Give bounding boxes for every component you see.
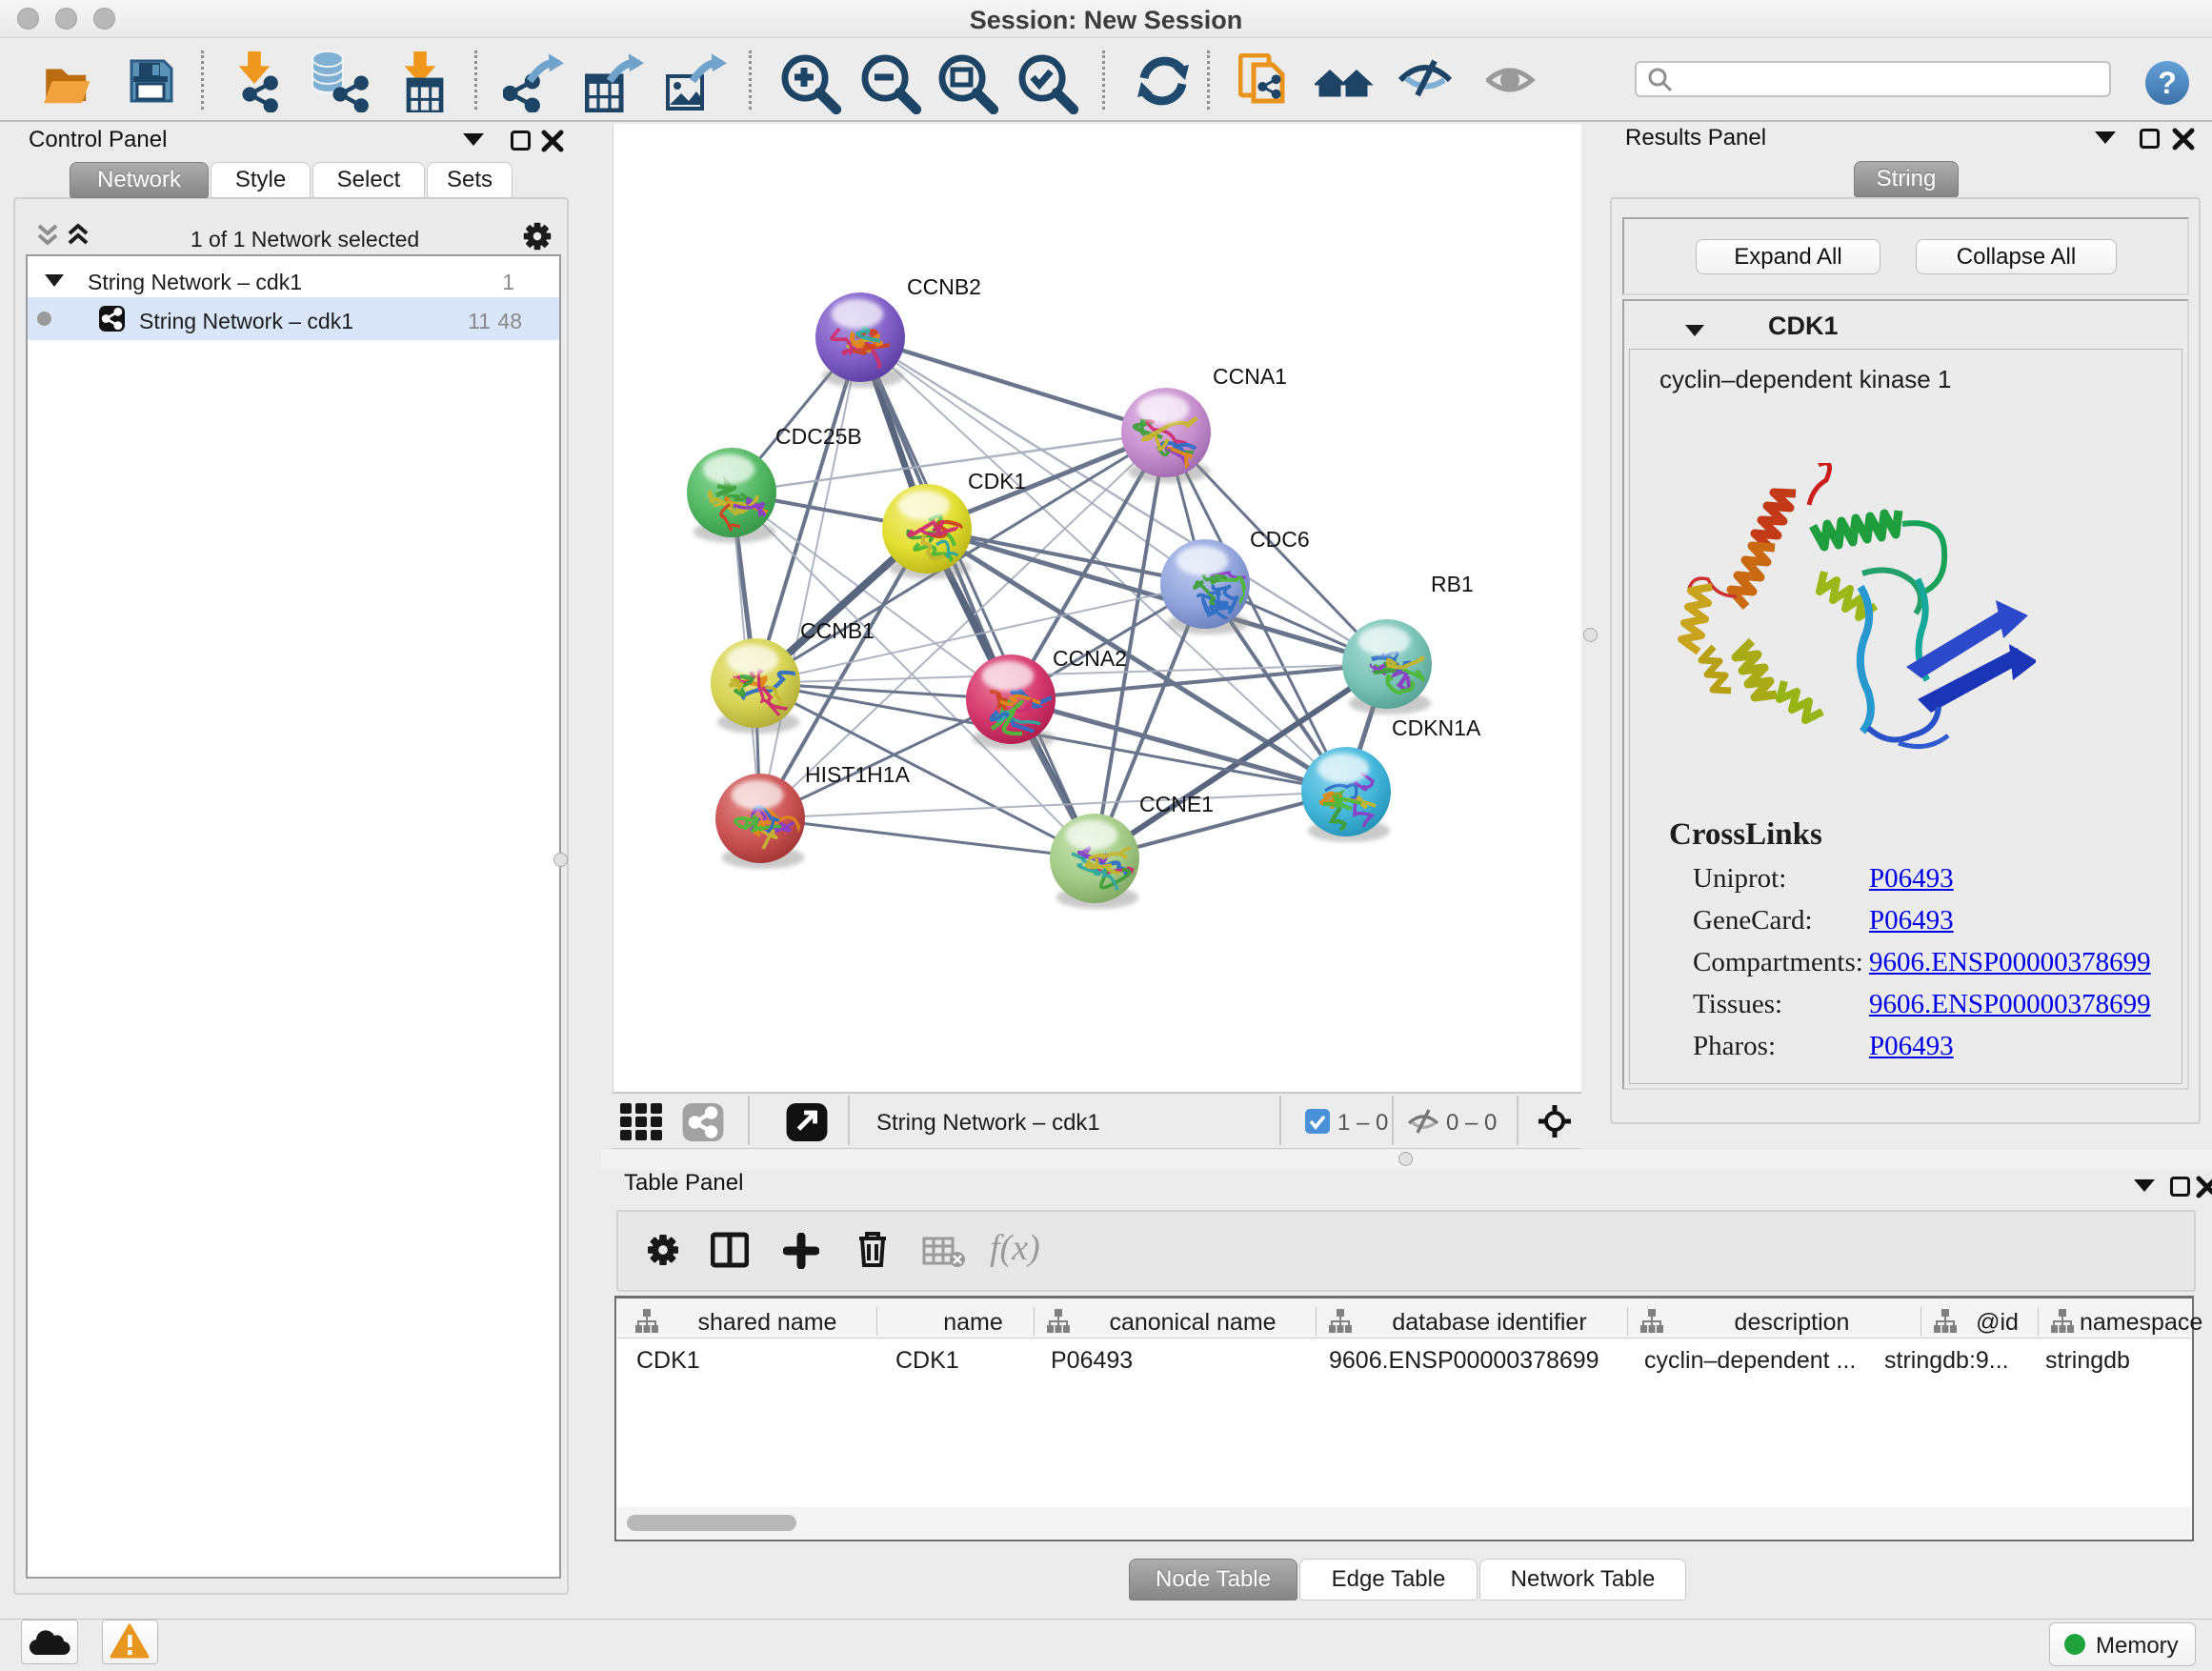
svg-text:CDC6: CDC6 (1250, 527, 1310, 552)
svg-text:RB1: RB1 (1431, 572, 1474, 596)
svg-text:CDK1: CDK1 (968, 469, 1026, 493)
svg-text:HIST1H1A: HIST1H1A (805, 762, 911, 787)
svg-text:CCNA2: CCNA2 (1053, 646, 1127, 671)
svg-text:CCNB2: CCNB2 (907, 274, 981, 299)
svg-text:CDKN1A: CDKN1A (1392, 715, 1481, 740)
svg-text:CCNB1: CCNB1 (800, 618, 875, 643)
svg-text:CCNE1: CCNE1 (1139, 792, 1214, 816)
svg-text:CDC25B: CDC25B (775, 424, 862, 449)
svg-text:CCNA1: CCNA1 (1213, 364, 1287, 389)
